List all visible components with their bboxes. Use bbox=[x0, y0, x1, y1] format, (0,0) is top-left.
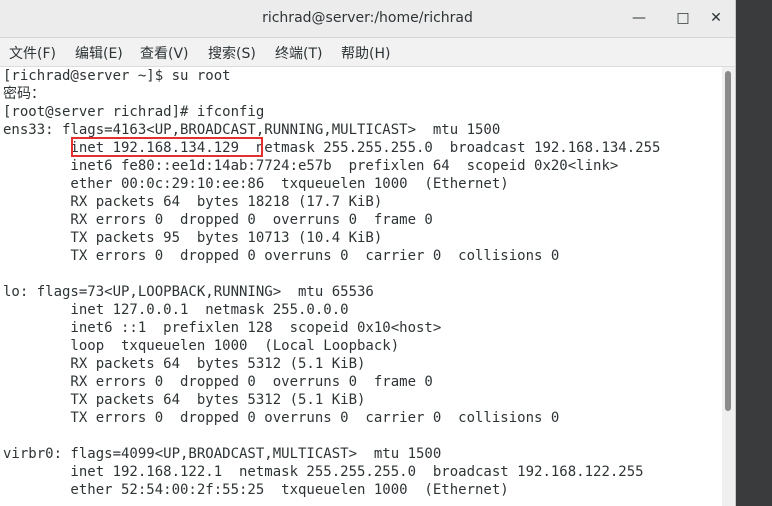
terminal-line: ether 52:54:00:2f:55:25 txqueuelen 1000 … bbox=[3, 482, 509, 498]
desktop-background bbox=[736, 0, 772, 506]
terminal-line: inet 192.168.122.1 netmask 255.255.255.0… bbox=[3, 464, 644, 480]
terminal-window: richrad@server:/home/richrad — □ ✕ 文件(F)… bbox=[0, 0, 736, 506]
terminal-line: inet 127.0.0.1 netmask 255.0.0.0 bbox=[3, 302, 349, 318]
terminal-line: TX packets 64 bytes 5312 (5.1 KiB) bbox=[3, 392, 366, 408]
terminal-line: ether 00:0c:29:10:ee:86 txqueuelen 1000 … bbox=[3, 176, 509, 192]
title-bar[interactable]: richrad@server:/home/richrad — □ ✕ bbox=[0, 0, 735, 38]
menu-bar: 文件(F) 编辑(E) 查看(V) 搜索(S) 终端(T) 帮助(H) bbox=[0, 38, 735, 67]
menu-terminal[interactable]: 终端(T) bbox=[275, 43, 322, 63]
menu-help[interactable]: 帮助(H) bbox=[341, 43, 390, 63]
terminal-line: 密码： bbox=[3, 86, 45, 102]
maximize-button[interactable]: □ bbox=[672, 8, 694, 28]
terminal-line: RX errors 0 dropped 0 overruns 0 frame 0 bbox=[3, 212, 433, 228]
terminal-line: TX errors 0 dropped 0 overruns 0 carrier… bbox=[3, 410, 560, 426]
minimize-button[interactable]: — bbox=[628, 8, 650, 28]
terminal-line: RX packets 64 bytes 5312 (5.1 KiB) bbox=[3, 356, 366, 372]
menu-search[interactable]: 搜索(S) bbox=[208, 43, 256, 63]
terminal-line: inet6 ::1 prefixlen 128 scopeid 0x10<hos… bbox=[3, 320, 442, 336]
terminal-line: loop txqueuelen 1000 (Local Loopback) bbox=[3, 338, 400, 354]
terminal-output[interactable]: [richrad@server ~]$ su root 密码： [root@se… bbox=[0, 67, 722, 506]
terminal-line: RX packets 64 bytes 18218 (17.7 KiB) bbox=[3, 194, 383, 210]
terminal-line: inet6 fe80::ee1d:14ab:7724:e57b prefixle… bbox=[3, 158, 619, 174]
close-button[interactable]: ✕ bbox=[705, 8, 727, 28]
window-title: richrad@server:/home/richrad bbox=[262, 10, 473, 26]
terminal-line: TX errors 0 dropped 0 overruns 0 carrier… bbox=[3, 248, 560, 264]
terminal-line: [richrad@server ~]$ su root bbox=[3, 68, 231, 84]
terminal-line: lo: flags=73<UP,LOOPBACK,RUNNING> mtu 65… bbox=[3, 284, 374, 300]
menu-edit[interactable]: 编辑(E) bbox=[75, 43, 123, 63]
terminal-line: virbr0: flags=4099<UP,BROADCAST,MULTICAS… bbox=[3, 446, 442, 462]
scrollbar-thumb[interactable] bbox=[725, 71, 731, 411]
vertical-scrollbar[interactable] bbox=[722, 67, 735, 506]
menu-view[interactable]: 查看(V) bbox=[140, 43, 189, 63]
ip-address-highlight-box bbox=[71, 137, 263, 157]
menu-file[interactable]: 文件(F) bbox=[9, 43, 56, 63]
terminal-line: TX packets 95 bytes 10713 (10.4 KiB) bbox=[3, 230, 383, 246]
terminal-line: [root@server richrad]# ifconfig bbox=[3, 104, 265, 120]
terminal-line: RX errors 0 dropped 0 overruns 0 frame 0 bbox=[3, 374, 433, 390]
